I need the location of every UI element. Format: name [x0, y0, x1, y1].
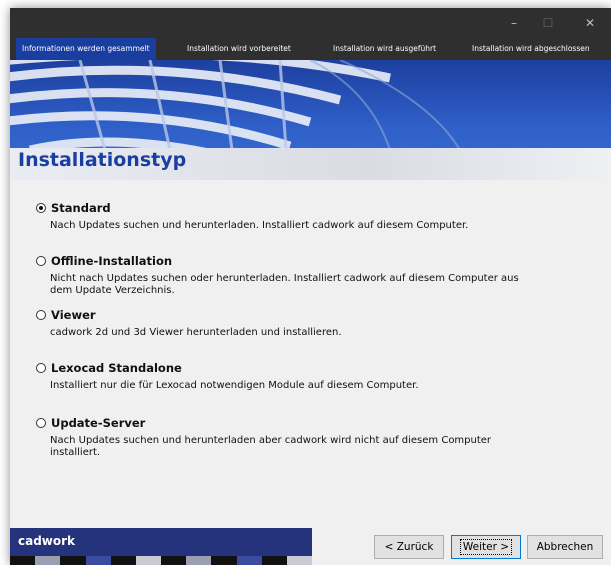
radio-unchecked-icon[interactable]: [36, 310, 46, 320]
installer-window: – ☐ ✕ Informationen werden gesammelt Ins…: [10, 8, 611, 565]
option-label: Offline-Installation: [51, 254, 173, 268]
install-type-options: Standard Nach Updates suchen und herunte…: [10, 180, 611, 520]
close-button[interactable]: ✕: [573, 8, 607, 38]
option-description: Nicht nach Updates suchen oder herunterl…: [50, 273, 519, 296]
title-bar: – ☐ ✕: [10, 8, 611, 38]
next-button[interactable]: Weiter >: [451, 535, 521, 559]
radio-viewer[interactable]: Viewer: [36, 308, 530, 322]
radio-offline-installation[interactable]: Offline-Installation: [36, 254, 530, 268]
option-lexocad-standalone: Lexocad Standalone Installiert nur die f…: [36, 361, 530, 392]
radio-lexocad-standalone[interactable]: Lexocad Standalone: [36, 361, 530, 375]
option-label: Standard: [51, 201, 111, 215]
brand-pattern: [10, 556, 312, 565]
option-update-server: Update-Server Nach Updates suchen und he…: [36, 416, 530, 459]
radio-checked-icon[interactable]: [36, 203, 46, 213]
radio-standard[interactable]: Standard: [36, 201, 530, 215]
brand-logo-text: cadwork: [18, 534, 76, 548]
option-label: Update-Server: [51, 416, 146, 430]
step-collecting-info: Informationen werden gesammelt: [16, 38, 156, 60]
back-button[interactable]: < Zurück: [374, 535, 444, 559]
option-description: Nach Updates suchen und herunterladen ab…: [50, 435, 492, 458]
radio-unchecked-icon[interactable]: [36, 363, 46, 373]
option-offline-installation: Offline-Installation Nicht nach Updates …: [36, 254, 530, 297]
option-label: Lexocad Standalone: [51, 361, 182, 375]
step-finishing: Installation wird abgeschlossen: [472, 44, 590, 53]
radio-unchecked-icon[interactable]: [36, 418, 46, 428]
brand-footer: cadwork: [10, 528, 312, 565]
option-description: cadwork 2d und 3d Viewer herunterladen u…: [50, 327, 342, 338]
option-description: Nach Updates suchen und herunterladen. I…: [50, 220, 469, 231]
radio-update-server[interactable]: Update-Server: [36, 416, 530, 430]
step-preparing: Installation wird vorbereitet: [187, 44, 291, 53]
option-description: Installiert nur die für Lexocad notwendi…: [50, 380, 419, 391]
option-standard: Standard Nach Updates suchen und herunte…: [36, 201, 530, 232]
progress-steps: Informationen werden gesammelt Installat…: [10, 38, 611, 60]
option-viewer: Viewer cadwork 2d und 3d Viewer herunter…: [36, 308, 530, 339]
page-title: Installationstyp: [18, 149, 187, 171]
step-installing: Installation wird ausgeführt: [333, 44, 437, 53]
roof-structure-image: [10, 60, 461, 150]
option-label: Viewer: [51, 308, 96, 322]
next-button-label: Weiter >: [459, 539, 513, 555]
radio-unchecked-icon[interactable]: [36, 256, 46, 266]
maximize-button[interactable]: ☐: [531, 8, 565, 38]
minimize-button[interactable]: –: [497, 8, 531, 38]
header-banner: Installationstyp: [10, 60, 611, 180]
cancel-button[interactable]: Abbrechen: [527, 535, 603, 559]
